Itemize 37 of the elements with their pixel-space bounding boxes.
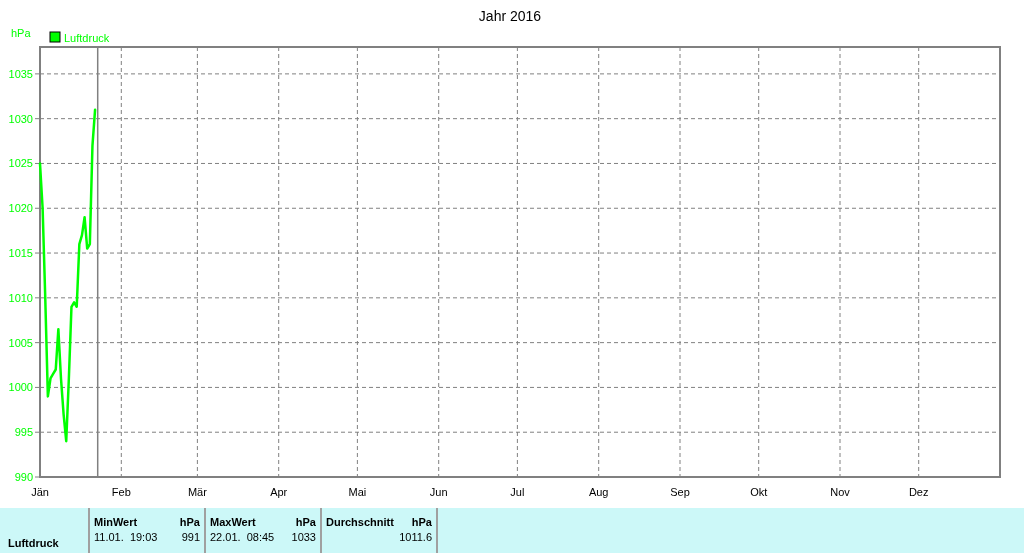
y-tick-label: 995 [14,426,33,439]
y-tick-label: 990 [14,471,33,483]
y-tick-label: 1025 [8,157,33,170]
unit-heading: hPa [295,515,316,530]
x-tick-label: Apr [270,486,288,498]
x-tick-label: Okt [750,486,768,498]
x-tick-label: Jul [510,486,525,498]
x-tick-label: Dez [908,486,929,498]
value-cell: 1033 [291,530,316,545]
x-tick-label: Jän [31,486,49,498]
y-tick-label: 1010 [8,291,33,304]
chart-title: Jahr 2016 [478,8,542,24]
y-tick-label: 1000 [8,381,33,394]
x-tick-label: Nov [830,486,850,498]
legend-label: Luftdruck [64,32,110,44]
x-tick-label: Jun [429,486,448,498]
time-cell: 22.01. 08:45 [210,530,275,545]
y-tick-label: 1020 [8,202,33,215]
y-tick-label: 1005 [8,336,33,349]
column-heading: MaxWert [210,515,256,530]
unit-label: hPa [11,27,31,39]
time-cell: 11.01. 19:03 [94,530,158,545]
x-tick-label: Feb [111,486,131,498]
x-tick-label: Mai [348,486,367,498]
value-cell: 1011.6 [399,530,432,545]
column-heading: MinWert [94,515,138,530]
x-tick-label: Sep [670,486,690,498]
unit-heading: hPa [411,515,432,530]
unit-heading: hPa [179,515,200,530]
y-tick-label: 1035 [8,67,33,80]
y-tick-label: 1015 [8,247,33,260]
column-heading: Durchschnitt [326,515,394,530]
value-cell: 991 [181,530,200,545]
x-tick-label: Mär [187,486,207,498]
y-tick-label: 1030 [8,112,33,125]
x-tick-label: Aug [588,486,609,498]
row-label: Luftdruck [8,536,60,551]
